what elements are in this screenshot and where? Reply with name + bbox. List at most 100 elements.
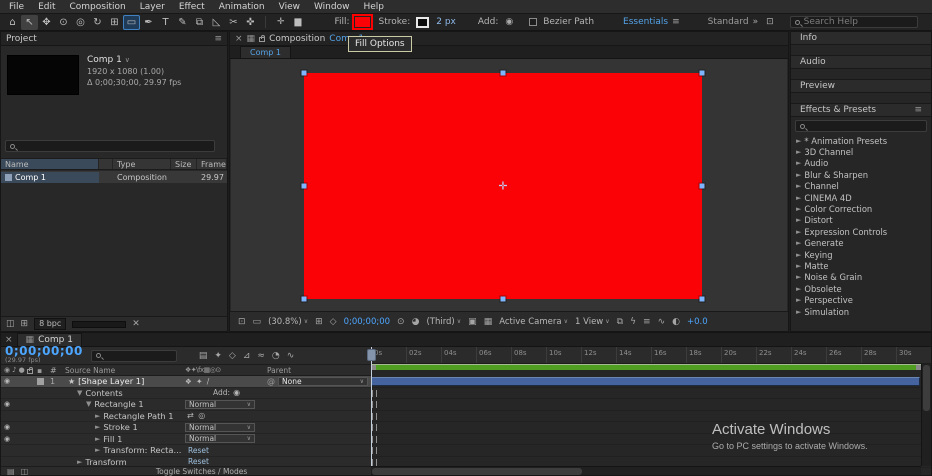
comp-mini-flowchart-icon[interactable]: ▤ bbox=[199, 351, 208, 361]
effects-item[interactable]: ► Generate bbox=[791, 238, 931, 249]
playhead-handle[interactable] bbox=[367, 349, 376, 361]
menu-item-edit[interactable]: Edit bbox=[31, 0, 62, 14]
selection-handle[interactable] bbox=[699, 70, 705, 76]
timeline-row[interactable]: ► Transform: Recta... Reset bbox=[1, 445, 371, 457]
selection-handle[interactable] bbox=[301, 70, 307, 76]
camera-dropdown[interactable]: Active Camera ∨ bbox=[499, 317, 568, 327]
menu-item-window[interactable]: Window bbox=[307, 0, 357, 14]
fill-label[interactable]: Fill: bbox=[334, 17, 349, 27]
monitor-icon[interactable]: ▭ bbox=[253, 317, 262, 327]
pen-tool[interactable]: ✒ bbox=[140, 15, 157, 30]
twirl-icon[interactable]: ▼ bbox=[77, 389, 82, 397]
effects-item[interactable]: ► CINEMA 4D bbox=[791, 192, 931, 203]
twirl-icon[interactable]: ► bbox=[796, 148, 801, 156]
menu-item-view[interactable]: View bbox=[272, 0, 307, 14]
close-icon[interactable]: × bbox=[5, 335, 13, 345]
twirl-icon[interactable]: ► bbox=[796, 262, 801, 270]
workspace-bar-icon[interactable]: ⊡ bbox=[766, 17, 774, 27]
close-icon[interactable]: × bbox=[235, 34, 243, 44]
live-update-icon[interactable]: ✦ bbox=[214, 351, 222, 361]
effects-item[interactable]: ► Keying bbox=[791, 249, 931, 260]
timeline-row[interactable]: ◉ ► Stroke 1 Normal ∨ bbox=[1, 422, 371, 434]
fill-swatch[interactable] bbox=[351, 14, 373, 30]
transfer-controls-icon[interactable]: ◫ bbox=[21, 467, 29, 476]
reset-link[interactable]: Reset bbox=[188, 457, 209, 466]
twirl-icon[interactable]: ► bbox=[95, 423, 100, 431]
column-frame[interactable]: Frame ... bbox=[197, 159, 227, 169]
twirl-icon[interactable]: ► bbox=[796, 228, 801, 236]
timeline-row[interactable]: ▼ Contents Add: ◉ bbox=[1, 387, 371, 399]
shy-layers-icon[interactable]: ⊿ bbox=[243, 351, 251, 361]
panel-menu-icon[interactable]: ≡ bbox=[914, 105, 922, 115]
twirl-icon[interactable]: ► bbox=[796, 273, 801, 281]
panel-header-preview[interactable]: Preview bbox=[791, 80, 931, 93]
effects-item[interactable]: ► Simulation bbox=[791, 306, 931, 317]
reset-exposure-icon[interactable]: ◐ bbox=[672, 317, 680, 327]
timeline-track-row[interactable] bbox=[371, 387, 931, 399]
label-color-chip[interactable] bbox=[37, 377, 44, 385]
current-time-indicator[interactable] bbox=[367, 347, 376, 466]
timeline-row[interactable]: ◉ ► Fill 1 Normal ∨ bbox=[1, 433, 371, 445]
column-label-chip[interactable] bbox=[99, 159, 113, 169]
eraser-tool[interactable]: ◺ bbox=[208, 15, 225, 30]
expand-layers-icon[interactable]: ▤ bbox=[7, 467, 15, 476]
twirl-icon[interactable]: ► bbox=[796, 239, 801, 247]
source-name-column-header[interactable]: Source Name bbox=[65, 366, 185, 375]
blend-mode-dropdown[interactable]: Normal ∨ bbox=[185, 422, 255, 432]
effects-item[interactable]: ► Obsolete bbox=[791, 283, 931, 294]
pickwhip-icon[interactable]: @ bbox=[267, 377, 275, 386]
layer-duration-bar[interactable] bbox=[371, 377, 920, 386]
new-folder-icon[interactable]: ⊞ bbox=[21, 319, 29, 329]
graph-editor-icon[interactable]: ∿ bbox=[287, 351, 295, 361]
more-workspaces-icon[interactable]: » bbox=[753, 17, 759, 27]
effects-item[interactable]: ► Matte bbox=[791, 260, 931, 271]
twirl-icon[interactable]: ► bbox=[796, 182, 801, 190]
preview-time[interactable]: 0;00;00;00 bbox=[344, 317, 390, 327]
twirl-icon[interactable]: ► bbox=[796, 205, 801, 213]
orbit-camera-tool[interactable]: ◎ bbox=[72, 15, 89, 30]
timeline-row[interactable]: ◉ ▼ Rectangle 1 Normal ∨ bbox=[1, 399, 371, 411]
draft-3d-icon[interactable]: ◇ bbox=[229, 351, 236, 361]
bezier-path-checkbox[interactable] bbox=[529, 18, 538, 26]
reset-link[interactable]: Reset bbox=[188, 446, 209, 455]
column-type[interactable]: Type bbox=[113, 159, 171, 169]
twirl-icon[interactable]: ► bbox=[796, 308, 801, 316]
effects-presets-header[interactable]: Effects & Presets ≡ bbox=[791, 104, 931, 117]
project-row-name[interactable]: Comp 1 bbox=[1, 171, 99, 183]
home-tool[interactable]: ⌂ bbox=[4, 15, 21, 30]
visibility-toggle[interactable]: ◉ bbox=[4, 423, 14, 431]
column-name[interactable]: Name bbox=[1, 159, 99, 169]
scrollbar-thumb[interactable] bbox=[923, 365, 930, 411]
selection-handle[interactable] bbox=[301, 296, 307, 302]
help-search-input[interactable]: Search Help bbox=[789, 16, 918, 28]
delete-icon[interactable]: ✕ bbox=[132, 319, 140, 329]
number-column-header[interactable]: # bbox=[50, 366, 65, 375]
shape-preview-icon[interactable]: ▆ bbox=[295, 17, 302, 27]
toggle-switches-modes-button[interactable]: Toggle Switches / Modes bbox=[156, 467, 247, 476]
panel-header-info[interactable]: Info bbox=[791, 32, 931, 45]
twirl-icon[interactable]: ► bbox=[796, 194, 801, 202]
pixel-aspect-icon[interactable]: ⧉ bbox=[617, 317, 623, 327]
stroke-label[interactable]: Stroke: bbox=[379, 17, 411, 27]
menu-item-effect[interactable]: Effect bbox=[172, 0, 212, 14]
region-of-interest-icon[interactable]: ▣ bbox=[468, 317, 477, 327]
motion-blur-icon[interactable]: ◔ bbox=[272, 351, 280, 361]
project-item-name[interactable]: Comp 1 ∨ bbox=[87, 55, 181, 66]
twirl-icon[interactable]: ▼ bbox=[86, 400, 91, 408]
current-time-display[interactable]: 0;00;00;00 (29.97 fps) bbox=[5, 345, 83, 365]
effects-item[interactable]: ► Blur & Sharpen bbox=[791, 169, 931, 180]
view-layout-dropdown[interactable]: 1 View ∨ bbox=[575, 317, 610, 327]
blend-mode-dropdown[interactable]: Normal ∨ bbox=[185, 399, 255, 409]
flowchart-button-icon[interactable]: ∿ bbox=[658, 317, 666, 327]
timecode-value[interactable]: 0;00;00;00 bbox=[5, 345, 83, 357]
twirl-icon[interactable]: ► bbox=[95, 435, 100, 443]
parent-column-header[interactable]: Parent bbox=[267, 366, 371, 375]
frame-blending-icon[interactable]: ≈ bbox=[257, 351, 265, 361]
transparency-grid-icon[interactable]: ▦ bbox=[484, 317, 493, 327]
twirl-icon[interactable]: ► bbox=[796, 216, 801, 224]
stroke-swatch[interactable] bbox=[416, 16, 430, 28]
effects-item[interactable]: ► Perspective bbox=[791, 294, 931, 305]
blend-mode-dropdown[interactable]: Normal ∨ bbox=[185, 434, 255, 444]
twirl-icon[interactable]: ► bbox=[796, 137, 801, 145]
timeline-row[interactable]: ► Rectangle Path 1 ⇄ ◎ bbox=[1, 410, 371, 422]
